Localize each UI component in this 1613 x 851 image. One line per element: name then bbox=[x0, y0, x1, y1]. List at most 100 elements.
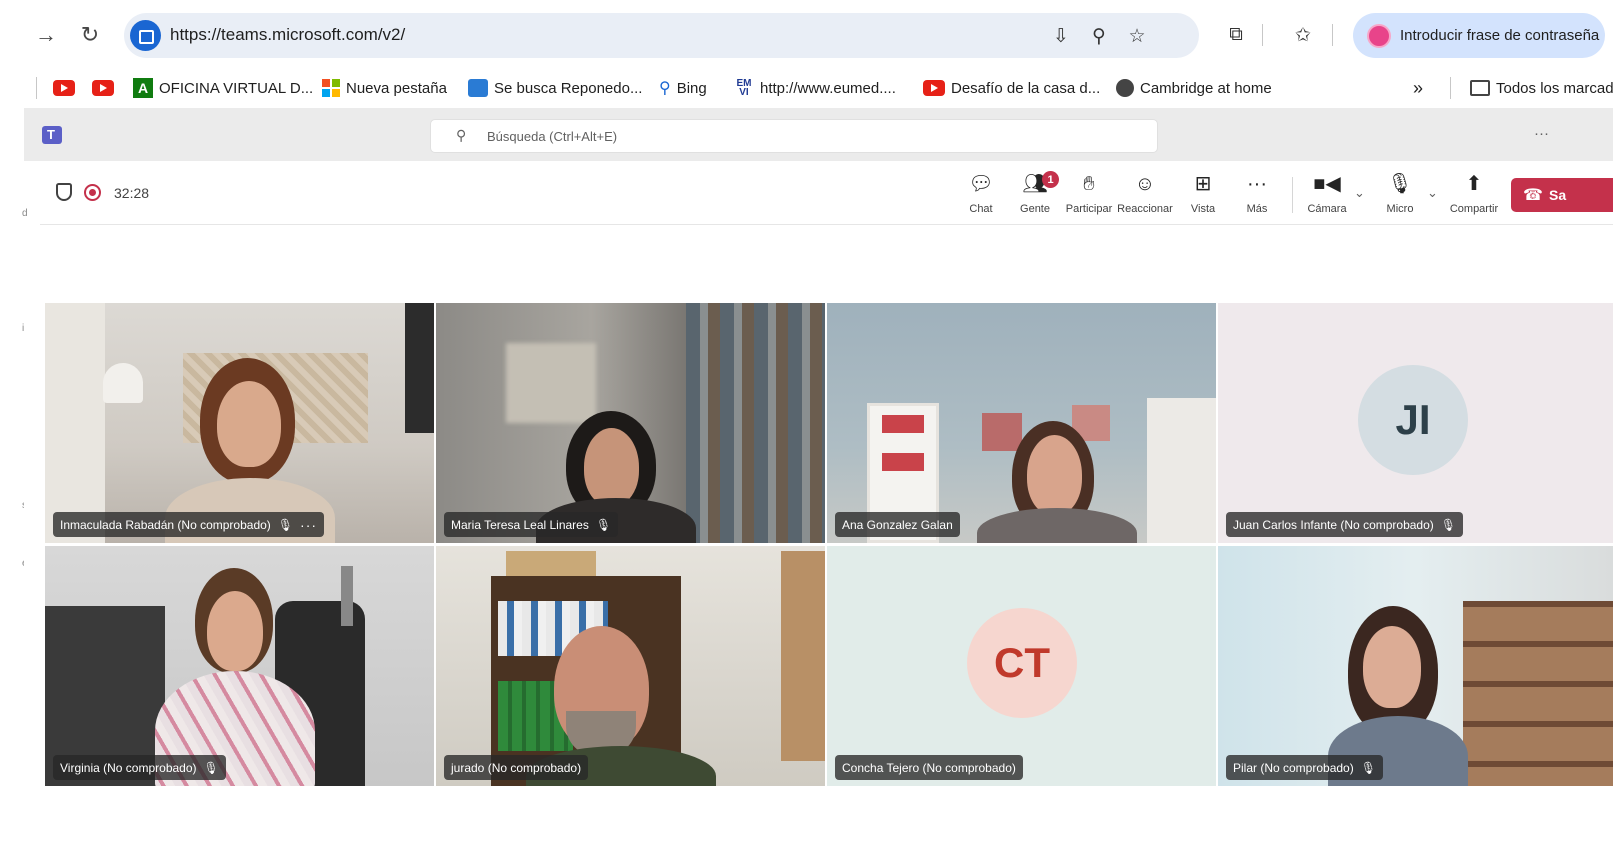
participant-name: Inmaculada Rabadán (No comprobado) bbox=[60, 517, 271, 532]
profile-icon bbox=[1367, 24, 1391, 48]
raise-label: Participar bbox=[1065, 203, 1113, 215]
bookmark-label: http://www.eumed.... bbox=[760, 79, 896, 97]
participant-tile[interactable]: Pilar (No comprobado) 🎙︎ bbox=[1218, 546, 1613, 786]
react-button[interactable]: ☺ Reaccionar bbox=[1114, 171, 1176, 219]
more-button[interactable]: ··· Más bbox=[1226, 171, 1288, 219]
browser-toolbar: → ↻ https://teams.microsoft.com/v2/ ⇩ ⚲ … bbox=[0, 0, 1613, 68]
wall bbox=[506, 343, 596, 423]
participant-name: Ana Gonzalez Galan bbox=[842, 517, 953, 532]
leave-button[interactable]: ☎ Sa bbox=[1511, 178, 1613, 212]
bookmark-label: OFICINA VIRTUAL D... bbox=[159, 79, 314, 97]
favorites-icon[interactable]: ✩ bbox=[1286, 18, 1320, 52]
meeting-timer: 32:28 bbox=[114, 185, 150, 201]
participant-name-label: Maria Teresa Leal Linares 🎙︎ bbox=[444, 512, 619, 537]
bookmark-label: Cambridge at home bbox=[1140, 79, 1272, 97]
zoom-icon[interactable]: ⚲ bbox=[1084, 21, 1114, 51]
camera-options-chevron-icon[interactable]: ⌄ bbox=[1354, 185, 1365, 201]
search-icon: ⚲ bbox=[659, 80, 671, 97]
address-bar[interactable]: https://teams.microsoft.com/v2/ ⇩ ⚲ ☆ bbox=[124, 13, 1199, 58]
people-label: Gente bbox=[1020, 203, 1050, 215]
shelf bbox=[1147, 398, 1216, 543]
bookmark-label: Nueva pestaña bbox=[346, 79, 447, 97]
hand-icon: ✋︎ bbox=[1083, 173, 1095, 195]
torso bbox=[977, 508, 1137, 543]
book bbox=[882, 415, 924, 433]
chat-icon: 💬︎ bbox=[968, 173, 994, 195]
bookmark-desafio[interactable]: Desafío de la casa d... bbox=[923, 76, 1100, 100]
mic-button[interactable]: 🎙︎ Micro bbox=[1369, 171, 1431, 219]
participant-name-label: Pilar (No comprobado) 🎙︎ bbox=[1226, 755, 1383, 780]
search-placeholder: Búsqueda (Ctrl+Alt+E) bbox=[487, 129, 618, 144]
participant-more-button[interactable]: ··· bbox=[300, 517, 317, 533]
bookmark-bing[interactable]: ⚲ Bing bbox=[659, 76, 707, 100]
shield-icon bbox=[56, 183, 72, 201]
bookmark-reponedor[interactable]: Se busca Reponedo... bbox=[468, 76, 642, 100]
camera-button[interactable]: ■◀ Cámara bbox=[1296, 171, 1358, 219]
url-text[interactable]: https://teams.microsoft.com/v2/ bbox=[170, 25, 405, 45]
chat-button[interactable]: 💬︎ Chat bbox=[950, 171, 1012, 219]
youtube-icon bbox=[923, 80, 945, 96]
bookmark-star-icon[interactable]: ☆ bbox=[1122, 21, 1152, 51]
mic-off-icon: 🎙︎ bbox=[595, 517, 612, 532]
camera-icon: ■◀ bbox=[1313, 173, 1341, 195]
face bbox=[584, 428, 639, 506]
all-bookmarks-button[interactable]: Todos los marcad bbox=[1470, 76, 1613, 100]
install-app-icon[interactable]: ⇩ bbox=[1046, 21, 1076, 51]
mic-off-icon: 🎙︎ bbox=[1440, 517, 1457, 532]
book bbox=[882, 453, 924, 471]
bookmark-eumed[interactable]: EM VI http://www.eumed.... bbox=[734, 76, 896, 100]
profile-button[interactable]: Introducir frase de contraseña bbox=[1353, 13, 1605, 58]
camera-label: Cámara bbox=[1307, 203, 1347, 215]
view-label: Vista bbox=[1190, 203, 1216, 215]
bookmarks-overflow-button[interactable]: » bbox=[1413, 76, 1423, 100]
participant-tile[interactable]: Inmaculada Rabadán (No comprobado) 🎙︎ ··… bbox=[45, 303, 434, 543]
teams-header: ⚲ Búsqueda (Ctrl+Alt+E) ··· bbox=[24, 108, 1613, 161]
cloud-icon bbox=[468, 79, 488, 97]
participant-tile[interactable]: CT Concha Tejero (No comprobado) bbox=[827, 546, 1216, 786]
settings-more-button[interactable]: ··· bbox=[1534, 125, 1549, 142]
more-dots-icon: ··· bbox=[1247, 173, 1267, 195]
participant-tile[interactable]: jurado (No comprobado) bbox=[436, 546, 825, 786]
participant-tile[interactable]: Ana Gonzalez Galan bbox=[827, 303, 1216, 543]
share-label: Compartir bbox=[1449, 203, 1499, 215]
face bbox=[207, 591, 263, 671]
rail-label[interactable]: d bbox=[22, 208, 28, 219]
participant-tile[interactable]: Maria Teresa Leal Linares 🎙︎ bbox=[436, 303, 825, 543]
office-a-icon: A bbox=[133, 78, 153, 98]
bookmark-cambridge[interactable]: Cambridge at home bbox=[1116, 76, 1272, 100]
raise-hand-button[interactable]: ✋︎ Participar bbox=[1058, 171, 1120, 219]
view-button[interactable]: ⊞ Vista bbox=[1172, 171, 1234, 219]
bookmark-oficina-virtual[interactable]: A OFICINA VIRTUAL D... bbox=[133, 76, 313, 100]
picture bbox=[982, 413, 1022, 451]
globe-icon bbox=[1116, 79, 1134, 97]
site-info-icon[interactable] bbox=[130, 20, 161, 51]
monitor bbox=[405, 303, 434, 433]
avatar: JI bbox=[1358, 365, 1468, 475]
bookmark-youtube-1[interactable] bbox=[53, 76, 75, 100]
search-input[interactable]: ⚲ Búsqueda (Ctrl+Alt+E) bbox=[430, 119, 1158, 153]
toolbar-divider bbox=[1332, 24, 1333, 46]
forward-icon[interactable]: → bbox=[30, 19, 62, 51]
mic-label: Micro bbox=[1386, 203, 1414, 215]
share-icon: ⬆ bbox=[1465, 173, 1483, 195]
mic-options-chevron-icon[interactable]: ⌄ bbox=[1427, 185, 1438, 201]
hang-up-icon: ☎ bbox=[1523, 187, 1543, 204]
bookmark-label: Desafío de la casa d... bbox=[951, 79, 1101, 97]
all-bookmarks-label: Todos los marcad bbox=[1496, 79, 1613, 97]
bookshelf bbox=[1463, 601, 1613, 786]
reload-icon[interactable]: ↻ bbox=[74, 19, 106, 51]
mic-off-icon: 🎙︎ bbox=[1387, 173, 1413, 195]
participant-tile[interactable]: JI Juan Carlos Infante (No comprobado) 🎙… bbox=[1218, 303, 1613, 543]
phone bbox=[341, 566, 353, 626]
bookshelf bbox=[686, 303, 825, 543]
bookmarks-divider bbox=[1450, 77, 1451, 99]
participant-tile[interactable]: Virginia (No comprobado) 🎙︎ bbox=[45, 546, 434, 786]
participant-name: Virginia (No comprobado) bbox=[60, 760, 197, 775]
chat-label: Chat bbox=[969, 203, 993, 215]
participant-name: Juan Carlos Infante (No comprobado) bbox=[1233, 517, 1434, 532]
bookmark-youtube-2[interactable] bbox=[92, 76, 114, 100]
bookmark-nueva-pestana[interactable]: Nueva pestaña bbox=[322, 76, 447, 100]
extensions-icon[interactable]: ⧉ bbox=[1219, 18, 1253, 52]
participant-name-label: Concha Tejero (No comprobado) bbox=[835, 755, 1023, 780]
share-button[interactable]: ⬆ Compartir bbox=[1443, 171, 1505, 219]
